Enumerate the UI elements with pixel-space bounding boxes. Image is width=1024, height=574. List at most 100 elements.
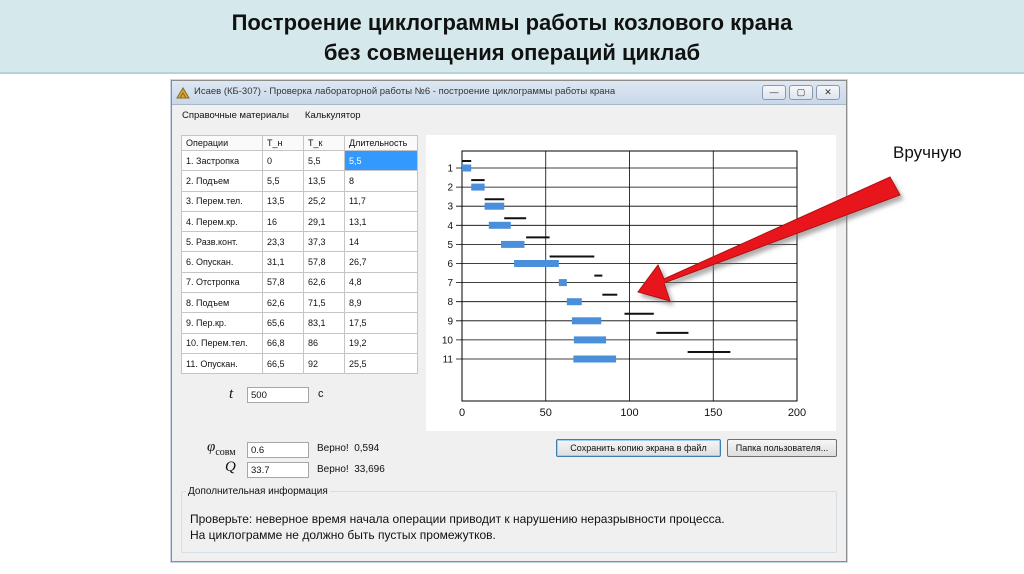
table-row: 1. Застропка 0 5,5 5,5 [181, 149, 418, 172]
table-row: 2. Подъем 5,5 13,5 8 [181, 170, 418, 192]
column-header-tn[interactable]: Т_н [262, 135, 304, 151]
cell-duration[interactable]: 25,5 [344, 352, 418, 375]
menu-calculator[interactable]: Калькулятор [305, 110, 361, 121]
cell-tn[interactable]: 66,5 [262, 352, 304, 375]
operation-bar [488, 221, 511, 229]
slide-title-line2: без совмещения операций циклаб [323, 40, 701, 65]
operation-bar [558, 279, 567, 287]
phi-subscript: совм [215, 447, 236, 458]
maximize-button[interactable]: ▢ [789, 85, 813, 100]
cell-tn[interactable]: 0 [262, 149, 304, 172]
operation-bar [573, 355, 617, 363]
cell-operation[interactable]: 1. Застропка [181, 149, 263, 172]
cell-duration[interactable]: 11,7 [344, 190, 418, 212]
cell-tn[interactable]: 5,5 [262, 170, 304, 192]
column-header-operations[interactable]: Операции [181, 135, 263, 151]
cell-operation[interactable]: 9. Пер.кр. [181, 312, 263, 334]
cell-operation[interactable]: 2. Подъем [181, 170, 263, 192]
table-row: 10. Перем.тел. 66,8 86 19,2 [181, 332, 418, 354]
y-tick-label: 1 [447, 164, 453, 175]
cell-operation[interactable]: 4. Перем.кр. [181, 210, 263, 233]
cell-duration[interactable]: 8 [344, 170, 418, 192]
cell-duration[interactable]: 26,7 [344, 251, 418, 273]
cell-operation[interactable]: 5. Разв.конт. [181, 231, 263, 253]
q-result-value: 33,696 [354, 464, 385, 475]
operation-bar [514, 260, 559, 267]
column-header-duration[interactable]: Длительность [344, 135, 418, 151]
info-line-1: Проверьте: неверное время начала операци… [190, 512, 725, 526]
cell-duration[interactable]: 17,5 [344, 312, 418, 334]
cell-tn[interactable]: 62,6 [262, 292, 304, 314]
phi-input[interactable] [247, 442, 309, 458]
operation-bar [566, 298, 582, 306]
info-text: Проверьте: неверное время начала операци… [190, 511, 725, 543]
cell-duration[interactable]: 13,1 [344, 210, 418, 233]
q-label: Q [225, 459, 236, 475]
side-note: Вручную [893, 143, 962, 162]
save-screenshot-button[interactable]: Сохранить копию экрана в файл [556, 439, 721, 457]
x-tick-label: 0 [459, 407, 465, 419]
window-titlebar[interactable]: Исаев (КБ-307) - Проверка лабораторной р… [172, 81, 846, 105]
menu-reference-materials[interactable]: Справочные материалы [182, 110, 289, 121]
user-folder-button[interactable]: Папка пользователя... [727, 439, 837, 457]
info-line-2: На циклограмме не должно быть пустых про… [190, 528, 496, 542]
operation-bar [573, 336, 607, 344]
close-button[interactable]: ✕ [816, 85, 840, 100]
cell-duration[interactable]: 4,8 [344, 271, 418, 294]
y-tick-label: 8 [447, 297, 453, 308]
cell-operation[interactable]: 7. Отстропка [181, 271, 263, 294]
x-tick-label: 50 [540, 407, 552, 419]
y-tick-label: 3 [447, 202, 453, 213]
cell-duration-selected[interactable]: 5,5 [344, 149, 418, 172]
table-row: 5. Разв.конт. 23,3 37,3 14 [181, 231, 418, 253]
t-input[interactable] [247, 387, 309, 403]
column-header-tk[interactable]: Т_к [303, 135, 345, 151]
y-tick-label: 6 [447, 259, 453, 270]
cell-tk[interactable]: 83,1 [303, 312, 345, 334]
y-tick-label: 11 [443, 355, 454, 366]
cell-duration[interactable]: 19,2 [344, 332, 418, 354]
cell-tk[interactable]: 86 [303, 332, 345, 354]
table-row: 7. Отстропка 57,8 62,6 4,8 [181, 271, 418, 294]
cell-duration[interactable]: 14 [344, 231, 418, 253]
operation-bar [462, 164, 472, 172]
cell-operation[interactable]: 10. Перем.тел. [181, 332, 263, 354]
slide-header: Построение циклограммы работы козлового … [0, 0, 1024, 74]
cell-tk[interactable]: 92 [303, 352, 345, 375]
cell-operation[interactable]: 3. Перем.тел. [181, 190, 263, 212]
menubar: Справочные материалы Калькулятор [172, 105, 846, 125]
cell-tn[interactable]: 13,5 [262, 190, 304, 212]
q-input[interactable] [247, 462, 309, 478]
cell-tn[interactable]: 16 [262, 210, 304, 233]
cell-operation[interactable]: 6. Опускан. [181, 251, 263, 273]
slide-title-line1: Построение циклограммы работы козлового … [231, 10, 793, 35]
cell-tk[interactable]: 25,2 [303, 190, 345, 212]
cell-operation[interactable]: 11. Опускан. [181, 352, 263, 375]
cell-tk[interactable]: 5,5 [303, 149, 345, 172]
cell-tk[interactable]: 29,1 [303, 210, 345, 233]
cell-tn[interactable]: 65,6 [262, 312, 304, 334]
cell-tn[interactable]: 57,8 [262, 271, 304, 294]
operation-bar [501, 240, 525, 248]
y-tick-label: 4 [447, 221, 453, 232]
info-legend: Дополнительная информация [186, 486, 330, 497]
table-row: 11. Опускан. 66,5 92 25,5 [181, 352, 418, 375]
cell-tk[interactable]: 71,5 [303, 292, 345, 314]
operation-bar [471, 183, 485, 191]
table-row: 6. Опускан. 31,1 57,8 26,7 [181, 251, 418, 273]
cell-tk[interactable]: 57,8 [303, 251, 345, 273]
cell-tn[interactable]: 31,1 [262, 251, 304, 273]
cell-tn[interactable]: 66,8 [262, 332, 304, 354]
cell-operation[interactable]: 8. Подъем [181, 292, 263, 314]
x-tick-label: 150 [704, 407, 722, 419]
cell-tk[interactable]: 37,3 [303, 231, 345, 253]
cell-tk[interactable]: 62,6 [303, 271, 345, 294]
phi-result: Верно! 0,594 [317, 443, 379, 454]
minimize-button[interactable]: — [762, 85, 786, 100]
cell-tn[interactable]: 23,3 [262, 231, 304, 253]
red-arrow-icon [637, 176, 901, 302]
phi-result-value: 0,594 [354, 443, 380, 454]
cell-tk[interactable]: 13,5 [303, 170, 345, 192]
cell-duration[interactable]: 8,9 [344, 292, 418, 314]
t-label: t [229, 386, 234, 402]
